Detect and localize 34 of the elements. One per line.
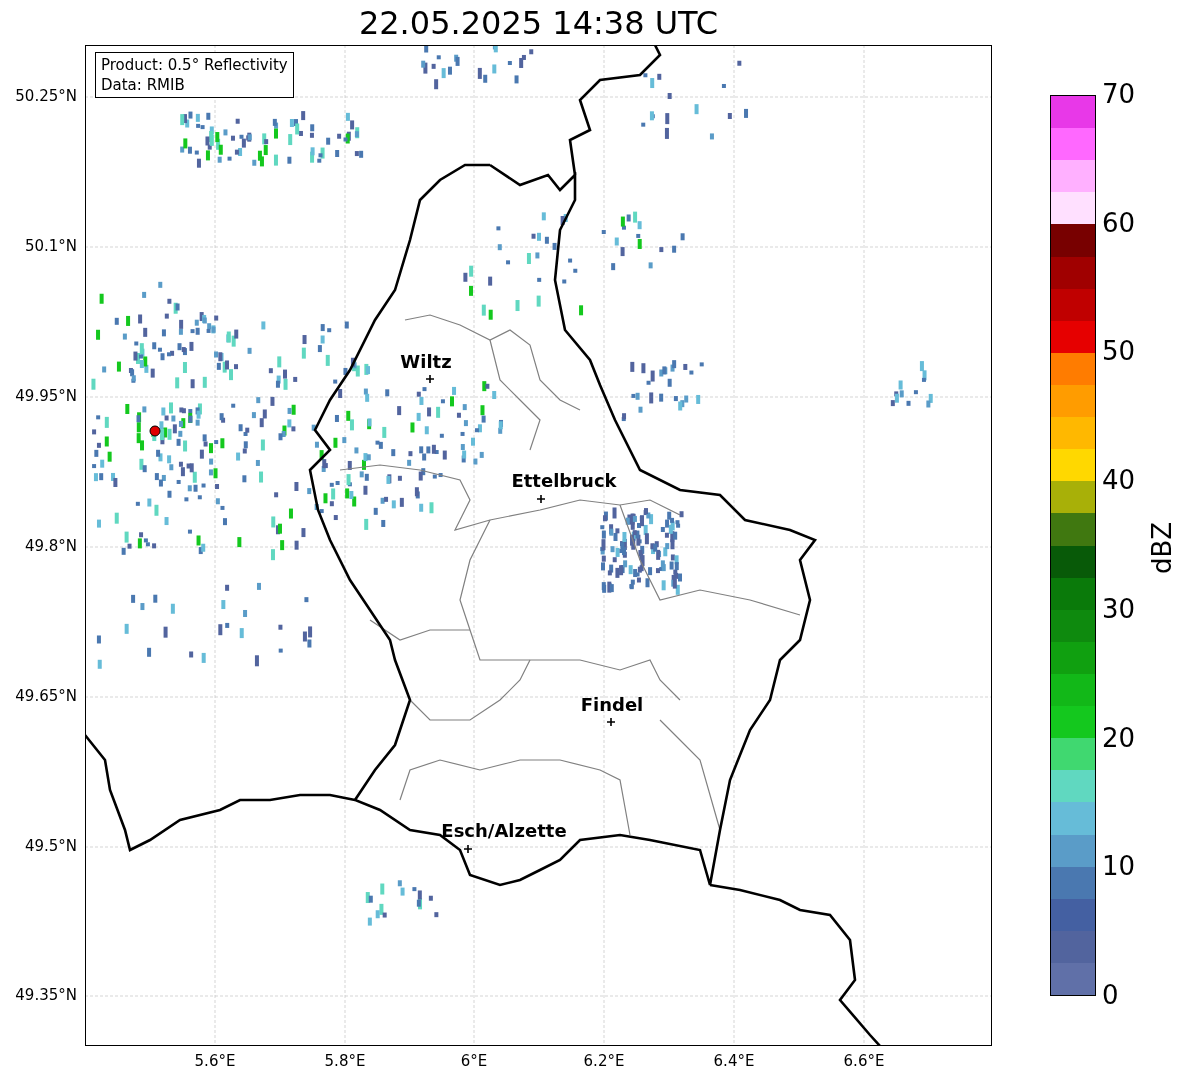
city-marker-icon <box>426 375 434 383</box>
x-tick-label: 6.4°E <box>713 1054 755 1069</box>
city-label: Esch/Alzette <box>441 822 567 840</box>
city-label: Findel <box>580 696 644 714</box>
colorbar-tick-label: 10 <box>1102 853 1136 880</box>
radar-site-icon <box>149 425 161 437</box>
city-label: Ettelbruck <box>511 472 617 490</box>
x-tick-label: 6.2°E <box>583 1054 625 1069</box>
city-marker-icon <box>537 495 545 503</box>
legend-text: Data: RMIB <box>101 75 186 95</box>
colorbar-tick-label: 50 <box>1102 338 1136 365</box>
legend-text: Product: 0.5° Reflectivity <box>101 55 288 75</box>
colorbar-tick-label: 30 <box>1102 595 1136 622</box>
colorbar-label: dBZ <box>1149 521 1176 575</box>
x-tick-label: 5.6°E <box>194 1054 236 1069</box>
y-tick-label: 50.25°N <box>15 89 77 104</box>
y-tick-label: 49.35°N <box>15 988 77 1003</box>
chart-title: 22.05.2025 14:38 UTC <box>357 6 720 39</box>
x-tick-label: 6.6°E <box>843 1054 885 1069</box>
colorbar-tick-label: 40 <box>1102 467 1136 494</box>
y-tick-label: 49.65°N <box>15 689 77 704</box>
colorbar-tick-label: 20 <box>1102 724 1136 751</box>
city-label: Wiltz <box>400 353 452 371</box>
y-tick-label: 49.8°N <box>24 539 77 554</box>
x-tick-label: 5.8°E <box>324 1054 366 1069</box>
y-tick-label: 49.95°N <box>15 389 77 404</box>
colorbar-tick-label: 70 <box>1102 81 1136 107</box>
y-tick-label: 50.1°N <box>24 239 77 254</box>
city-marker-icon <box>607 718 615 726</box>
city-marker-icon <box>464 845 472 853</box>
x-tick-label: 6°E <box>460 1054 488 1069</box>
colorbar-tick-label: 0 <box>1102 982 1119 1008</box>
y-tick-label: 49.5°N <box>24 839 77 854</box>
colorbar-tick-label: 60 <box>1102 209 1136 236</box>
